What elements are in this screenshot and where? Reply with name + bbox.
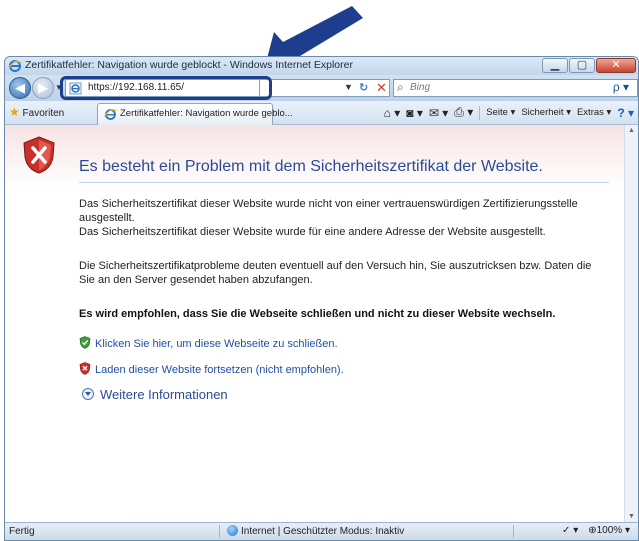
zoom-icon: ⊕ xyxy=(588,525,597,536)
tab-current[interactable]: Zertifikatfehler: Navigation wurde geblo… xyxy=(97,103,293,125)
protected-mode-icon[interactable]: ✓ ▾ xyxy=(562,525,578,536)
continue-website-link[interactable]: Laden dieser Website fortsetzen (nicht e… xyxy=(79,362,344,376)
forward-arrow-icon: ▶ xyxy=(38,80,48,95)
scroll-up-icon[interactable]: ▲ xyxy=(628,127,635,134)
browser-window: Zertifikatfehler: Navigation wurde geblo… xyxy=(4,56,639,541)
ie-page-icon xyxy=(104,109,117,120)
star-icon: ★ xyxy=(9,105,20,119)
maximize-button[interactable]: ▢ xyxy=(569,58,595,73)
close-page-link-text[interactable]: Klicken Sie hier, um diese Webseite zu s… xyxy=(95,338,338,350)
minimize-icon: ▁ xyxy=(550,59,560,71)
status-text: Fertig xyxy=(9,526,35,537)
close-icon: ✕ xyxy=(611,59,621,71)
mail-icon[interactable]: ✉ ▾ xyxy=(429,106,448,120)
description-line-1: Das Sicherheitszertifikat dieser Website… xyxy=(79,198,578,224)
minimize-button[interactable]: ▁ xyxy=(542,58,568,73)
favorites-button[interactable]: ★ Favoriten xyxy=(9,105,64,121)
address-bar-extension[interactable]: ▼ ↻ ✕ xyxy=(260,79,390,97)
separator xyxy=(513,525,514,538)
separator xyxy=(219,525,220,538)
close-page-link[interactable]: Klicken Sie hier, um diese Webseite zu s… xyxy=(79,336,338,350)
separator xyxy=(479,105,481,120)
address-highlight-annotation xyxy=(60,76,272,100)
search-go-button[interactable]: ρ ▾ xyxy=(613,80,629,94)
maximize-icon: ▢ xyxy=(576,59,588,71)
security-zone-label: Internet | Geschützter Modus: Inaktiv xyxy=(241,526,405,537)
search-icon: ⌕ xyxy=(397,80,404,94)
certificate-description: Das Sicherheitszertifikat dieser Website… xyxy=(79,197,609,239)
window-controls: ▁ ▢ ✕ xyxy=(542,58,636,74)
page-title: Es besteht ein Problem mit dem Sicherhei… xyxy=(79,158,543,175)
continue-website-link-text[interactable]: Laden dieser Website fortsetzen (nicht e… xyxy=(95,364,344,376)
globe-icon xyxy=(227,525,238,536)
forward-button[interactable]: ▶ xyxy=(32,77,54,99)
navigation-bar: ◀ ▶ ▼ https://192.168.11.65/ ▼ ↻ ✕ ⌕ Bin… xyxy=(5,75,638,101)
search-placeholder: Bing xyxy=(410,82,431,93)
scroll-down-icon[interactable]: ▼ xyxy=(628,513,635,520)
favorites-label: Favoriten xyxy=(22,108,65,119)
error-shield-icon xyxy=(23,136,55,174)
zoom-control[interactable]: ⊕100% ▾ xyxy=(588,525,630,536)
address-dropdown-icon[interactable]: ▼ xyxy=(344,82,353,92)
zoom-dropdown-icon: ▾ xyxy=(624,525,630,536)
feeds-icon[interactable]: ◙ ▾ xyxy=(406,106,423,120)
status-controls: ✓ ▾ ⊕100% ▾ xyxy=(562,525,630,536)
search-input[interactable]: ⌕ Bing ρ ▾ xyxy=(393,79,638,97)
title-bar: Zertifikatfehler: Navigation wurde geblo… xyxy=(5,57,638,75)
print-icon[interactable]: ⎙ ▾ xyxy=(454,105,473,120)
page-content: Es besteht ein Problem mit dem Sicherhei… xyxy=(5,125,638,522)
close-button[interactable]: ✕ xyxy=(596,58,636,73)
expand-icon xyxy=(82,388,94,400)
divider xyxy=(79,182,609,183)
tab-label: Zertifikatfehler: Navigation wurde geblo… xyxy=(120,108,293,119)
more-information-toggle[interactable]: Weitere Informationen xyxy=(82,387,228,402)
command-items: ⌂ ▾ ◙ ▾ ✉ ▾ ⎙ ▾ Seite ▾ Sicherheit ▾ Ext… xyxy=(384,105,634,120)
home-icon[interactable]: ⌂ ▾ xyxy=(384,106,401,120)
security-menu[interactable]: Sicherheit ▾ xyxy=(521,107,571,118)
warning-description: Die Sicherheitszertifikatprobleme deuten… xyxy=(79,260,592,286)
zoom-level: 100% xyxy=(596,525,623,536)
description-line-2: Das Sicherheitszertifikat dieser Website… xyxy=(79,226,546,238)
help-icon[interactable]: ? ▾ xyxy=(617,106,634,120)
status-bar: Fertig Internet | Geschützter Modus: Ina… xyxy=(5,522,638,540)
back-button[interactable]: ◀ xyxy=(9,77,31,99)
security-zone[interactable]: Internet | Geschützter Modus: Inaktiv xyxy=(227,525,404,537)
back-arrow-icon: ◀ xyxy=(15,80,25,95)
extras-menu[interactable]: Extras ▾ xyxy=(577,107,611,118)
recommendation-text: Es wird empfohlen, dass Sie die Webseite… xyxy=(79,308,556,320)
stop-icon[interactable]: ✕ xyxy=(376,80,387,96)
green-shield-icon xyxy=(79,336,91,349)
window-title: Zertifikatfehler: Navigation wurde geblo… xyxy=(25,59,353,71)
red-shield-icon xyxy=(79,362,91,375)
ie-logo-icon xyxy=(8,60,22,72)
vertical-scrollbar[interactable]: ▲ ▼ xyxy=(624,125,638,522)
refresh-icon[interactable]: ↻ xyxy=(359,81,368,94)
command-bar: ★ Favoriten Zertifikatfehler: Navigation… xyxy=(5,101,638,125)
page-menu[interactable]: Seite ▾ xyxy=(486,107,515,118)
more-information-label: Weitere Informationen xyxy=(100,387,228,402)
